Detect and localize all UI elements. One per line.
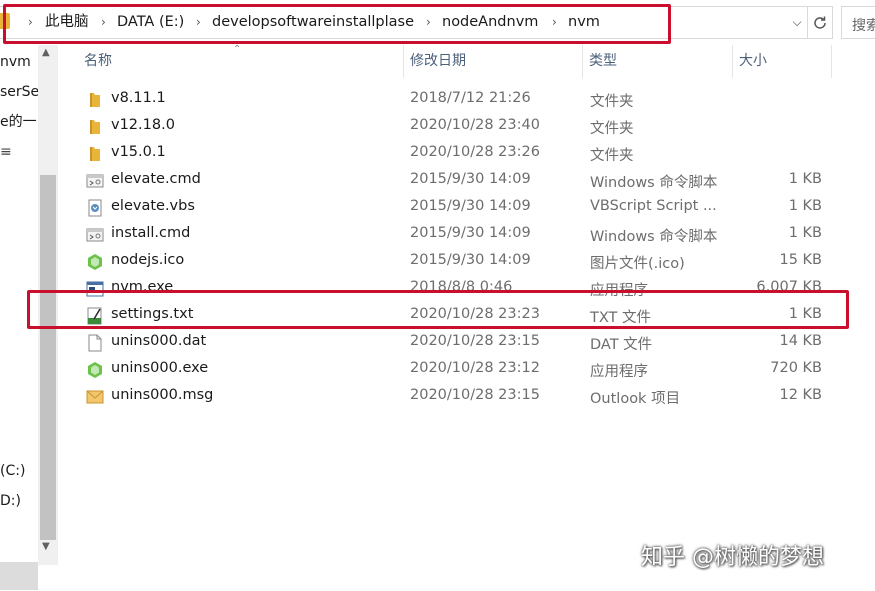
file-size: 14 KB (779, 333, 822, 349)
file-name: v8.11.1 (111, 90, 166, 106)
file-row[interactable]: elevate.vbs 2015/9/30 14:09 VBScript Scrip… (80, 195, 830, 222)
file-date-modified: 2020/10/28 23:26 (410, 144, 540, 160)
file-type: Windows 命令脚本 (590, 229, 718, 245)
file-row[interactable]: v8.11.1 2018/7/12 21:26 文件夹 (80, 87, 830, 114)
file-size: 720 KB (770, 360, 822, 376)
scroll-down-icon[interactable]: ▼ (42, 541, 50, 552)
chevron-down-icon[interactable]: ⌵ (790, 14, 804, 30)
file-date-modified: 2018/7/12 21:26 (410, 90, 531, 106)
file-row[interactable]: v15.0.1 2020/10/28 23:26 文件夹 (80, 141, 830, 168)
file-row[interactable]: install.cmd 2015/9/30 14:09 Windows 命令脚本 1 … (80, 222, 830, 249)
file-name: elevate.cmd (111, 171, 201, 187)
file-type: 文件夹 (590, 148, 634, 164)
file-type: 文件夹 (590, 121, 634, 137)
nav-item[interactable]: nvm (0, 52, 31, 72)
highlight-box-address (3, 4, 671, 44)
file-name: unins000.exe (111, 360, 209, 376)
file-name: v12.18.0 (111, 117, 175, 133)
file-name: unins000.dat (111, 333, 207, 349)
file-name: install.cmd (111, 225, 191, 241)
folder-icon (86, 91, 104, 109)
nav-item-drive-d[interactable]: D:) (0, 491, 21, 511)
file-row[interactable]: nodejs.ico 2015/9/30 14:09 图片文件(.ico) 15 KB (80, 249, 830, 276)
refresh-button[interactable] (808, 6, 833, 39)
file-row[interactable]: unins000.dat 2020/10/28 23:15 DAT 文件 14 KB (80, 330, 830, 357)
search-placeholder: 搜索 (852, 18, 875, 34)
file-name: elevate.vbs (111, 198, 195, 214)
file-name: unins000.msg (111, 387, 214, 403)
file-size: 1 KB (788, 171, 822, 187)
scrollbar-thumb[interactable] (40, 175, 56, 540)
file-row[interactable]: elevate.cmd 2015/9/30 14:09 Windows 命令脚本 1 … (80, 168, 830, 195)
file-date-modified: 2015/9/30 14:09 (410, 225, 531, 241)
nav-item[interactable]: serSe (0, 82, 38, 102)
cmd-file-icon (86, 226, 104, 244)
file-size: 1 KB (788, 225, 822, 241)
column-divider[interactable] (831, 45, 832, 78)
file-row[interactable]: unins000.exe 2020/10/28 23:12 应用程序 720 KB (80, 357, 830, 384)
file-name: v15.0.1 (111, 144, 166, 160)
column-header-type[interactable]: 类型 (583, 45, 732, 78)
file-type: DAT 文件 (590, 337, 653, 353)
nodejs-exe-icon (86, 361, 104, 379)
nodejs-icon (86, 253, 104, 271)
file-type: 应用程序 (590, 364, 648, 380)
watermark: 知乎 @树懒的梦想 (641, 545, 824, 570)
column-header-size[interactable]: 大小 (733, 45, 831, 78)
file-date-modified: 2020/10/28 23:15 (410, 333, 540, 349)
nav-selected-background (0, 562, 38, 590)
file-date-modified: 2020/10/28 23:12 (410, 360, 540, 376)
file-date-modified: 2020/10/28 23:15 (410, 387, 540, 403)
file-row[interactable]: unins000.msg 2020/10/28 23:15 Outlook 项目 12… (80, 384, 830, 411)
refresh-icon (814, 16, 826, 29)
nav-item-drive-c[interactable]: (C:) (0, 461, 25, 481)
file-date-modified: 2020/10/28 23:40 (410, 117, 540, 133)
cmd-file-icon (86, 172, 104, 190)
blank-file-icon (86, 334, 104, 352)
highlight-box-settings (27, 290, 849, 329)
search-input[interactable]: 搜索 (841, 6, 875, 39)
file-type: 图片文件(.ico) (590, 256, 685, 272)
file-date-modified: 2015/9/30 14:09 (410, 252, 531, 268)
file-date-modified: 2015/9/30 14:09 (410, 171, 531, 187)
file-name: nodejs.ico (111, 252, 185, 268)
file-type: Windows 命令脚本 (590, 175, 718, 191)
file-type: Outlook 项目 (590, 391, 681, 407)
nav-item[interactable]: e的一 (0, 112, 37, 132)
nav-item[interactable]: ≡ (0, 142, 12, 162)
folder-icon (86, 118, 104, 136)
file-type: VBScript Script ... (590, 198, 717, 214)
file-size: 12 KB (779, 387, 822, 403)
file-size: 1 KB (788, 198, 822, 214)
column-header-date[interactable]: 修改日期 (404, 45, 582, 78)
scroll-up-icon[interactable]: ▲ (42, 47, 50, 58)
mail-icon (86, 388, 104, 406)
file-size: 15 KB (779, 252, 822, 268)
folder-icon (86, 145, 104, 163)
file-date-modified: 2015/9/30 14:09 (410, 198, 531, 214)
file-row[interactable]: v12.18.0 2020/10/28 23:40 文件夹 (80, 114, 830, 141)
vbs-file-icon (86, 199, 104, 217)
column-header-name[interactable]: 名称 (78, 45, 403, 78)
file-type: 文件夹 (590, 94, 634, 110)
